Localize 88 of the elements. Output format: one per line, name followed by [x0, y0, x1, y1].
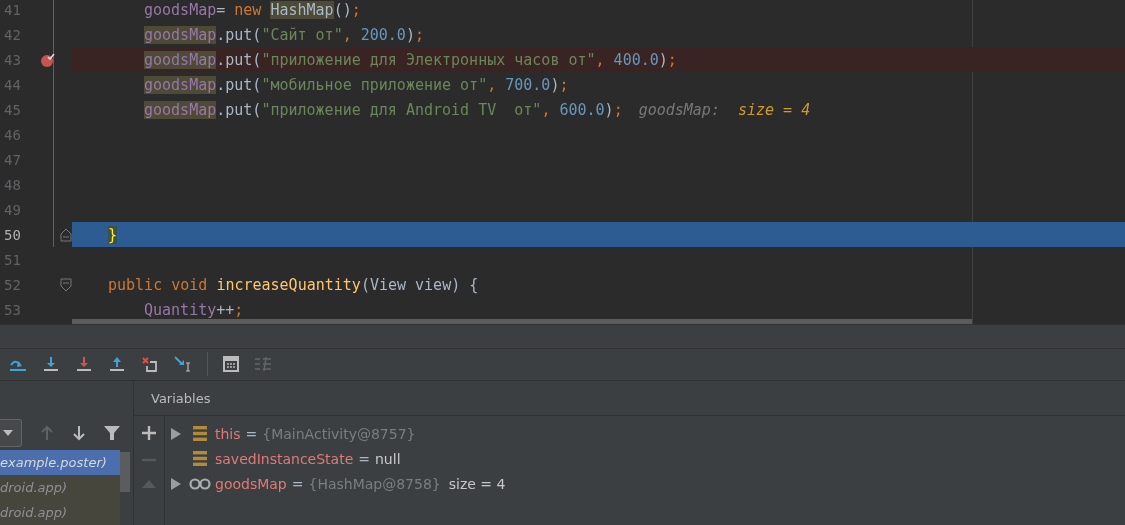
code-token: , [487, 75, 498, 94]
up-arrow-icon[interactable] [108, 356, 126, 373]
code-token: .put( [216, 25, 262, 44]
cross-frame-icon[interactable] [141, 356, 159, 373]
variable-size: size = 4 [448, 475, 506, 492]
code-token: .put( [216, 75, 262, 94]
line-number: 43 [3, 51, 22, 68]
line-number: 41 [3, 1, 22, 18]
code-token: ; [414, 25, 424, 44]
variable-value: null [375, 450, 401, 467]
fold-marker-icon[interactable] [60, 227, 72, 242]
variable-name[interactable]: goodsMap [215, 475, 287, 492]
assignment-operator: = [291, 475, 304, 492]
code-token: "мобильное приложение от" [261, 75, 488, 94]
variable-value: {MainActivity@8757} [262, 425, 416, 442]
line-number: 50 [3, 226, 22, 243]
code-token: "приложение для Android TV от" [261, 100, 542, 119]
scrollbar[interactable] [120, 452, 130, 492]
line-number: 53 [3, 301, 22, 318]
down-arrow-icon[interactable] [72, 425, 86, 441]
breakpoint-icon[interactable] [40, 51, 56, 68]
assignment-operator: = [358, 450, 370, 467]
variable-name[interactable]: savedInstanceState [215, 450, 354, 467]
code-token: goodsMap: [638, 100, 720, 119]
code-token: "Сайт от" [261, 25, 343, 44]
code-token: , [541, 100, 552, 119]
code-token: goodsMap [144, 75, 217, 94]
code-token: goodsMap [144, 0, 217, 19]
fold-marker-icon[interactable] [60, 277, 72, 292]
code-token: = [216, 0, 227, 19]
stack-frame-item[interactable]: droid.app) [0, 475, 120, 500]
code-token: .put( [216, 50, 262, 69]
line-number: 45 [3, 101, 22, 118]
code-token: HashMap [270, 0, 334, 19]
stack-frame-item[interactable]: droid.app) [0, 500, 120, 525]
assignment-operator: = [245, 425, 258, 442]
code-token: "приложение для Электронных часов от" [261, 50, 596, 69]
line-number: 48 [3, 176, 22, 193]
caret-icon [2, 430, 13, 436]
stack-frame-item[interactable]: example.poster) [0, 450, 120, 475]
line-number: 51 [3, 251, 22, 268]
code-token: size = 4 [737, 100, 811, 119]
expand-arrow-icon[interactable] [171, 427, 181, 440]
variable-name[interactable]: this [215, 425, 241, 442]
code-token: increaseQuantity [216, 275, 361, 294]
line-number: 49 [3, 201, 22, 218]
code-token: goodsMap [144, 100, 217, 119]
code-token: ; [559, 75, 569, 94]
code-token: (View view) { [360, 275, 479, 294]
down-arrow-icon[interactable] [75, 356, 93, 373]
code-token: ; [667, 50, 677, 69]
code-token: 200.0 [360, 25, 406, 44]
cursor-arrow-icon[interactable] [174, 356, 192, 373]
code-token: .put( [216, 100, 262, 119]
code-token: ) [550, 75, 560, 94]
line-number: 42 [3, 26, 22, 43]
panel-title: Variables [151, 390, 211, 406]
code-token: public void [108, 275, 209, 294]
down-arrow-icon[interactable] [42, 356, 60, 373]
code-token: goodsMap [144, 25, 217, 44]
code-token: } [108, 225, 118, 244]
code-token: goodsMap [144, 50, 217, 69]
code-token: 600.0 [559, 100, 605, 119]
code-token: ; [613, 100, 623, 119]
line-number: 52 [3, 276, 22, 293]
line-number: 46 [3, 126, 22, 143]
variable-value: {HashMap@8758} [308, 475, 441, 492]
code-token: new [234, 0, 263, 19]
code-token: ++ [216, 300, 235, 319]
code-token: 400.0 [613, 50, 659, 69]
calculator-icon[interactable] [223, 356, 239, 373]
scrollbar[interactable] [72, 319, 972, 324]
code-token: ) [604, 100, 614, 119]
code-token: , [342, 25, 353, 44]
code-token: ) [658, 50, 668, 69]
filter-icon[interactable] [104, 425, 120, 441]
thread-dropdown[interactable] [0, 419, 22, 447]
code-token: , [595, 50, 606, 69]
plus-icon[interactable] [142, 426, 156, 440]
code-token: Quantity [144, 300, 217, 319]
code-token: 700.0 [505, 75, 551, 94]
line-number: 47 [3, 151, 22, 168]
code-token: ; [234, 300, 244, 319]
line-number: 44 [3, 76, 22, 93]
expand-arrow-icon[interactable] [171, 477, 181, 490]
code-token: ) [405, 25, 415, 44]
code-token: ; [351, 0, 361, 19]
code-token: () [333, 0, 352, 19]
